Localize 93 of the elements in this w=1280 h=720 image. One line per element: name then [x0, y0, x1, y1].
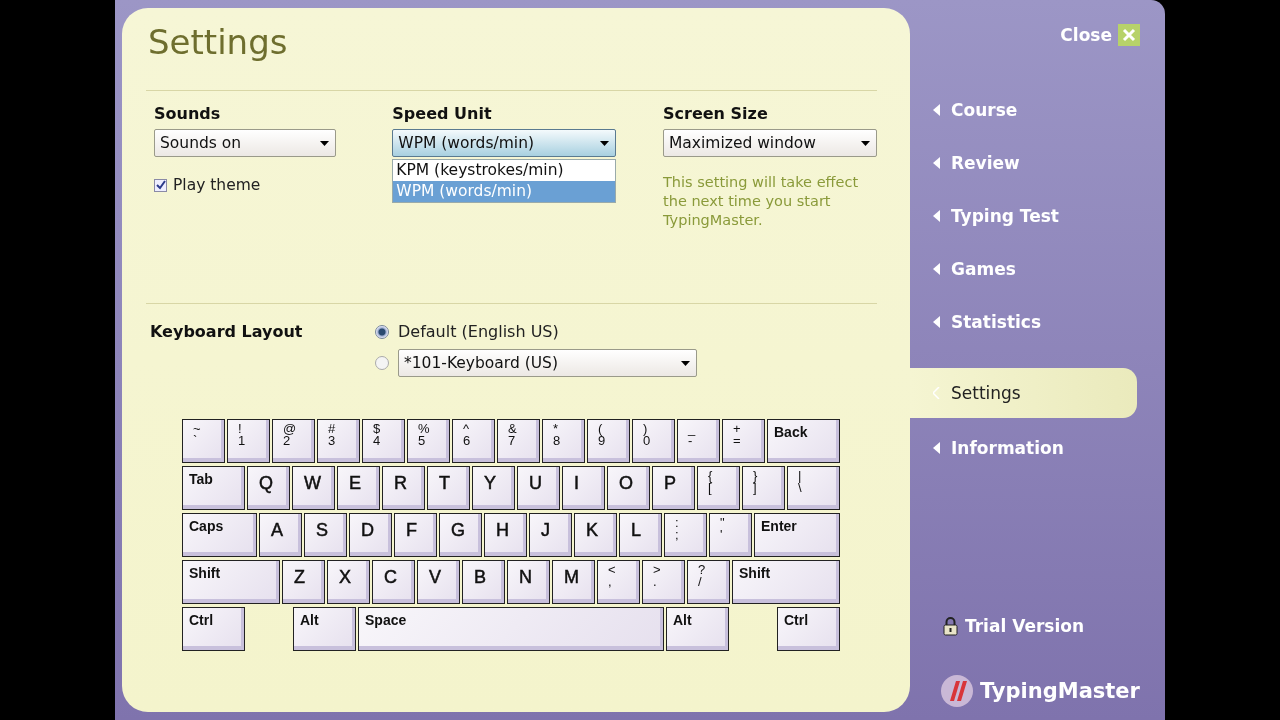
keyboard-key: ! 1 [227, 419, 270, 463]
dropdown[interactable]: *101-Keyboard (US) [398, 349, 697, 377]
keyboard-key: A [259, 513, 302, 557]
keyboard-key: Alt [293, 607, 356, 651]
dropdown-option[interactable]: KPM (keystrokes/min) [393, 160, 616, 181]
radio-button[interactable] [375, 324, 389, 339]
keyboard-key: S [304, 513, 347, 557]
keyboard-key: & 7 [497, 419, 540, 463]
keyboard-key: I [562, 466, 605, 510]
dropdown[interactable]: Sounds on [154, 129, 336, 157]
keyboard-key: Space [358, 607, 664, 651]
keyboard-key: + = [722, 419, 765, 463]
field-label: Screen Size [663, 104, 769, 123]
keyboard-key: ? / [687, 560, 730, 604]
keyboard-key: Ctrl [182, 607, 245, 651]
keyboard-key: : ; [664, 513, 707, 557]
keyboard-key: Caps [182, 513, 257, 557]
dropdown[interactable]: WPM (words/min) [392, 129, 617, 157]
keyboard-key: P [652, 466, 695, 510]
arrow-left-icon [933, 209, 940, 222]
keyboard-key: Shift [182, 560, 280, 604]
dropdown[interactable]: Maximized window [663, 129, 877, 157]
keyboard-key: $ 4 [362, 419, 405, 463]
caret-icon [600, 140, 610, 146]
keyboard-key: Q [247, 466, 290, 510]
keyboard-key: ^ 6 [452, 419, 495, 463]
keyboard-key: U [517, 466, 560, 510]
keyboard-key: % 5 [407, 419, 450, 463]
keyboard-key: B [462, 560, 505, 604]
radio-button[interactable] [375, 356, 389, 370]
lock-icon [943, 616, 958, 636]
keyboard-key: D [349, 513, 392, 557]
keyboard-key: > . [642, 560, 685, 604]
keyboard-key: Shift [732, 560, 840, 604]
nav-item[interactable]: Information [910, 421, 1137, 474]
keyboard-key: Ctrl [777, 607, 840, 651]
caret-icon [861, 140, 870, 146]
keyboard-key: Enter [754, 513, 840, 557]
keyboard-key: Tab [182, 466, 245, 510]
keyboard-key: W [292, 466, 335, 510]
arrow-left-icon [933, 103, 940, 116]
keyboard-key: ~ ` [182, 419, 225, 463]
keyboard-key: " ' [709, 513, 752, 557]
keyboard-key: T [427, 466, 470, 510]
brand-name: TypingMaster [980, 679, 1140, 703]
keyboard-key: Back [767, 419, 840, 463]
caret-icon [681, 360, 690, 366]
keyboard-key: X [327, 560, 370, 604]
arrow-left-icon [933, 156, 940, 169]
keyboard-key: K [574, 513, 617, 557]
trial-version-label: Trial Version [943, 616, 1165, 636]
keyboard-key: F [394, 513, 437, 557]
checkbox[interactable] [154, 178, 167, 192]
keyboard-key: _ - [677, 419, 720, 463]
field-label: Sounds [154, 104, 222, 123]
keyboard-key: M [552, 560, 595, 604]
logo-icon [940, 674, 974, 708]
caret-icon [320, 140, 329, 146]
keyboard-key: Y [472, 466, 515, 510]
keyboard-key: E [337, 466, 380, 510]
keyboard-key: < , [597, 560, 640, 604]
keyboard-key: ) 0 [632, 419, 675, 463]
info-note: This setting will take effect the next time you start TypingMaster. [663, 173, 860, 230]
check-icon [155, 180, 166, 190]
keyboard-key: # 3 [317, 419, 360, 463]
keyboard-key: R [382, 466, 425, 510]
keyboard-key: Z [282, 560, 325, 604]
page-title: Settings [147, 22, 289, 64]
keyboard-key: C [372, 560, 415, 604]
nav-item[interactable]: Settings [910, 368, 1137, 418]
keyboard-key: G [439, 513, 482, 557]
keyboard-key: { [ [697, 466, 740, 510]
arrow-left-icon [933, 441, 940, 454]
keyboard-key: @ 2 [272, 419, 315, 463]
section-label: Keyboard Layout [149, 322, 304, 343]
checkbox-label[interactable]: Play theme [173, 176, 261, 194]
keyboard-key: ( 9 [587, 419, 630, 463]
keyboard-key: Alt [666, 607, 729, 651]
keyboard-key: H [484, 513, 527, 557]
field-label: Speed Unit [392, 104, 493, 123]
arrow-left-icon [933, 387, 940, 399]
keyboard-key: * 8 [542, 419, 585, 463]
arrow-left-icon [933, 315, 940, 328]
keyboard-key: } ] [742, 466, 785, 510]
arrow-left-icon [933, 262, 940, 275]
keyboard-key: | \ [787, 466, 840, 510]
keyboard-key: N [507, 560, 550, 604]
keyboard-key: J [529, 513, 572, 557]
close-icon [1118, 24, 1140, 46]
keyboard-key: O [607, 466, 650, 510]
keyboard-key: V [417, 560, 460, 604]
radio-label[interactable]: Default (English US) [398, 322, 559, 341]
keyboard-key: L [619, 513, 662, 557]
